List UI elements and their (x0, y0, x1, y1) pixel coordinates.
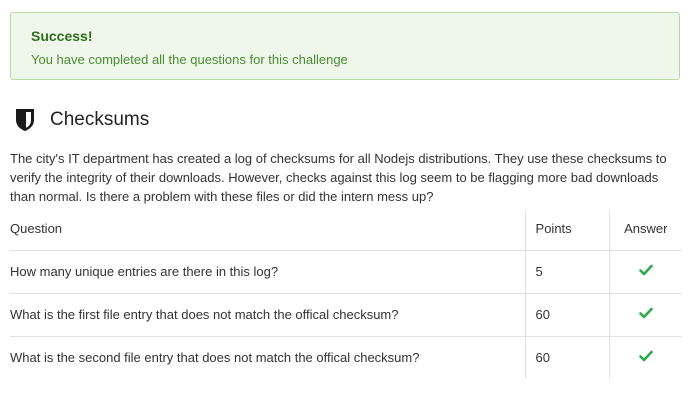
alert-title: Success! (31, 28, 93, 44)
header-question: Question (10, 210, 526, 251)
table-row[interactable]: What is the first file entry that does n… (10, 293, 682, 337)
question-points: 60 (524, 336, 610, 379)
shield-icon (14, 108, 36, 132)
table-header-row: Question Points Answer (10, 210, 682, 251)
checkmark-icon (639, 264, 653, 276)
questions-table: Question Points Answer How many unique e… (10, 210, 682, 379)
challenge-description: The city's IT department has created a l… (10, 151, 667, 204)
question-text: What is the second file entry that does … (10, 350, 420, 365)
table-row[interactable]: How many unique entries are there in thi… (10, 250, 682, 294)
success-alert: Success! You have completed all the ques… (10, 12, 680, 80)
checkmark-icon (639, 307, 653, 319)
answer-cell (608, 250, 682, 294)
checkmark-icon (639, 350, 653, 362)
header-points: Points (524, 210, 610, 251)
challenge-heading: Checksums (14, 108, 149, 132)
question-text: How many unique entries are there in thi… (10, 250, 526, 294)
alert-message: You have completed all the questions for… (31, 52, 348, 67)
question-text: What is the first file entry that does n… (10, 293, 526, 337)
header-answer: Answer (608, 210, 682, 251)
answer-cell (608, 293, 682, 337)
challenge-title: Checksums (50, 109, 150, 130)
answer-cell (608, 336, 682, 379)
question-points: 5 (524, 250, 610, 294)
question-points: 60 (524, 293, 610, 337)
table-row[interactable]: What is the second file entry that does … (10, 336, 682, 379)
